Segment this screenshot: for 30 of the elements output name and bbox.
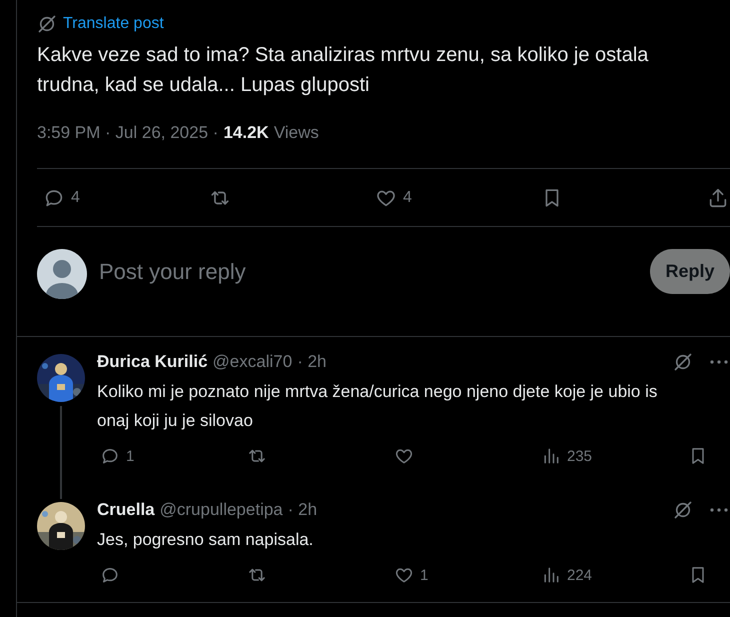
- share-button[interactable]: [707, 186, 729, 208]
- default-avatar-icon: [37, 249, 87, 299]
- author-handle[interactable]: @excali70: [212, 352, 292, 372]
- post-time[interactable]: · 2h: [297, 352, 326, 372]
- comment-button[interactable]: 4: [43, 186, 80, 208]
- comment-button[interactable]: 1: [100, 446, 134, 466]
- slashed-circle-icon[interactable]: [673, 500, 693, 520]
- views-button[interactable]: 235: [541, 446, 592, 466]
- post-text: Kakve veze sad to ima? Sta analiziras mrtvu zenu, sa koliko je ostala trudna, kad se udala... Lupas gluposti: [37, 43, 650, 98]
- author-name[interactable]: Đurica Kurilić: [97, 352, 208, 372]
- reply-text: Koliko mi je poznato nije mrtva žena/curica nego njeno djete koje je ubio is onaj koji ju je silovao: [97, 381, 658, 432]
- comment-button[interactable]: [100, 565, 120, 585]
- like-button[interactable]: 1: [394, 565, 428, 585]
- speech-bubble-icon: [100, 565, 120, 585]
- timestamp[interactable]: 3:59 PM · Jul 26, 2025 ·: [37, 121, 218, 145]
- like-button[interactable]: 4: [375, 186, 412, 208]
- author-name[interactable]: Cruella: [97, 500, 155, 520]
- translate-link[interactable]: Translate post: [63, 15, 164, 33]
- author-handle[interactable]: @crupullepetipa: [160, 500, 283, 520]
- views-button[interactable]: 224: [541, 565, 592, 585]
- slashed-circle-icon: [37, 14, 57, 34]
- slashed-circle-icon[interactable]: [673, 352, 693, 372]
- speech-bubble-icon: [100, 446, 120, 466]
- post-time[interactable]: · 2h: [288, 500, 318, 520]
- views-label: Views: [274, 122, 319, 144]
- more-icon[interactable]: [710, 508, 728, 512]
- more-icon[interactable]: [710, 360, 728, 364]
- reply-text: Jes, pogresno sam napisala.: [97, 529, 314, 551]
- share-icon: [707, 186, 729, 208]
- view-count: 14.2K: [223, 123, 269, 142]
